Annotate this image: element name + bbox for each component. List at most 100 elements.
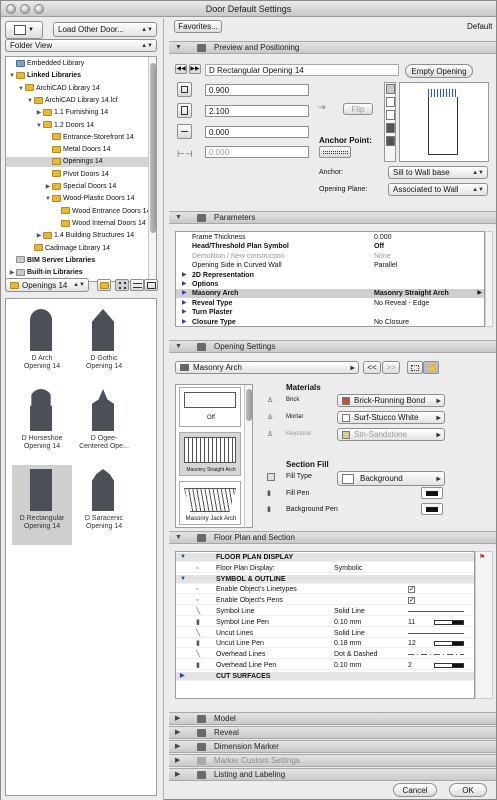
arch-style-list[interactable]: Off Masonry Straight Arch Masonry Jack A… [175,384,253,528]
tree-item[interactable]: Cadimage Library 14 [6,244,150,254]
tree-item[interactable]: Embedded Library [6,59,150,69]
tree-scrollbar[interactable] [148,57,156,281]
parameter-row[interactable]: Head/Threshold Plan Symbol Off [176,242,484,251]
library-manager-button[interactable]: ▼ [5,21,43,39]
load-other-door-popup[interactable]: Load Other Door... ▲▼ [53,22,157,37]
disclosure-open-icon[interactable]: ▼ [26,96,34,106]
expand-icon[interactable]: ▶ [182,308,187,317]
setting-row[interactable]: ▮ Overhead Line Pen 0.10 mm 2 [176,661,474,670]
object-thumbnail[interactable]: D Arch Opening 14 [12,305,72,385]
collapsed-section-header[interactable]: ▶ Marker Custom Settings [169,754,496,767]
tree-item[interactable]: ▶ Special Doors 14 [6,182,150,192]
tree-item[interactable]: Entrance-Storefront 14 [6,133,150,143]
parameters-header[interactable]: ▼ Parameters [169,211,496,224]
setting-row[interactable]: ▮ Symbol Line Pen 0.10 mm 11 [176,618,474,627]
checkbox[interactable]: ✓ [408,597,415,605]
disclosure-open-icon[interactable]: ▼ [35,121,43,131]
anchor-popup[interactable]: Sill to Wall base ▲▼ [388,166,488,179]
anchor-point-selector[interactable] [319,146,351,158]
category-row[interactable]: ▼ FLOOR PLAN DISPLAY [176,553,474,562]
object-thumbnail[interactable]: D Ogee- Centered Ope... [74,385,134,465]
disclosure-closed-icon[interactable]: ▶ [35,231,43,241]
pen-color-sample[interactable] [434,619,464,625]
minimize-window-button[interactable] [20,4,30,14]
tree-item[interactable]: Openings 14 [6,157,150,168]
folder-view-popup[interactable]: Folder View ▲▼ [5,39,157,52]
sill-height-field[interactable]: 0.000 [205,126,309,138]
disclosure-closed-icon[interactable]: ▶ [35,108,43,118]
disclosure-open-icon[interactable]: ▼ [8,71,16,81]
setting-row[interactable]: ▮ Uncut Line Pen 0.18 mm 12 [176,639,474,649]
tree-item[interactable]: ▼ Wood-Plastic Doors 14 [6,194,150,204]
opening-category-popup[interactable]: Masonry Arch ▶ [175,361,359,374]
parameter-row[interactable]: Demolition / New construction None [176,252,484,261]
list-view-button[interactable] [130,279,144,291]
close-window-button[interactable] [6,4,16,14]
expand-icon[interactable]: ▶ [182,271,187,280]
reveal-depth-field[interactable]: 0.000 [205,146,309,158]
object-name-field[interactable]: D Rectangular Opening 14 [205,64,399,76]
pen-color-sample[interactable] [434,663,464,668]
parameter-row[interactable]: Opening Side in Curved Wall Parallel [176,261,484,270]
disclosure-open-icon[interactable]: ▼ [17,84,25,94]
setting-row[interactable]: ╲ Overhead Lines Dot & Dashed [176,650,474,660]
previous-page-button[interactable]: << [363,361,381,374]
tree-item[interactable]: ▼ Linked Libraries [6,71,150,81]
ok-button[interactable]: OK [449,783,487,797]
floor-plan-section-header[interactable]: ▼ Floor Plan and Section [169,531,496,544]
setting-row[interactable]: ╲ Symbol Line Solid Line [176,607,474,616]
flip-button[interactable]: Flip [343,103,373,115]
parameter-row[interactable]: ▶ Reveal Type No Reveal - Edge [176,299,484,308]
icon-view-button[interactable] [115,279,129,291]
preview-3d-button[interactable] [386,123,395,133]
tree-item[interactable]: Wood Internal Doors 14 [6,219,150,229]
parameter-row[interactable]: ▶ Turn Plaster [176,308,484,317]
object-thumbnail-grid[interactable]: D Arch Opening 14 D Gothic Opening 14 D Ho… [5,298,157,796]
setting-row[interactable]: ▫ Floor Plan Display: Symbolic [176,564,474,573]
tree-item[interactable]: Metal Doors 14 [6,145,150,155]
preview-2d-button[interactable] [386,84,395,94]
collapsed-section-header[interactable]: ▶ Listing and Labeling [169,768,496,781]
style-off-option[interactable]: Off [179,387,241,427]
expand-icon[interactable]: ▶ [182,289,187,298]
object-thumbnail[interactable]: D Horseshoe Opening 14 [12,385,72,465]
pen-color-sample[interactable] [434,641,464,647]
parameter-row[interactable]: ▶ 2D Representation [176,271,484,280]
style-jack-arch-option[interactable]: Masonry Jack Arch [179,481,241,525]
object-thumbnail[interactable]: D Rectangular Opening 14 [12,465,72,545]
preview-shaded-button[interactable] [386,136,395,146]
setting-row[interactable]: ▫ Enable Object's Pens ✓ [176,596,474,606]
style-list-scroll-thumb[interactable] [246,389,252,421]
tree-item[interactable]: ▼ 1.2 Doors 14 [6,121,150,131]
page-options-button[interactable] [407,361,423,374]
expand-icon[interactable]: ▶ [182,280,187,289]
detail-view-button[interactable] [144,279,158,291]
next-object-button[interactable]: ▶▶ [189,64,201,74]
parameters-scrollbar[interactable] [485,231,493,327]
category-row[interactable]: ▶ CUT SURFACES [176,671,474,681]
tree-item[interactable]: ▼ ArchiCAD Library 14.lcf [6,96,150,106]
collapsed-section-header[interactable]: ▶ Dimension Marker [169,740,496,753]
hand-tool-button[interactable]: ✋ [423,361,439,374]
tree-item[interactable]: ▶ 1.1 Furnishing 14 [6,108,150,118]
collapsed-section-header[interactable]: ▶ Model [169,712,496,725]
object-thumbnail[interactable]: D Saracenic Opening 14 [74,465,134,545]
library-folder-tree[interactable]: Embedded Library ▼ Linked Libraries ▼ ArchiC… [5,56,157,282]
floor-plan-list[interactable]: ▼ FLOOR PLAN DISPLAY ▫ Floor Plan Display: S… [175,551,475,699]
opening-plane-popup[interactable]: Associated to Wall ▲▼ [388,183,488,196]
previous-object-button[interactable]: ◀◀ [175,64,187,74]
object-thumbnail[interactable]: D Gothic Opening 14 [74,305,134,385]
material-popup[interactable]: Surf-Stucco White ▶ [337,411,445,424]
empty-opening-button[interactable]: Empty Opening [405,64,473,78]
setting-row[interactable]: ╲ Uncut Lines Solid Line [176,629,474,638]
folder-up-button[interactable] [97,279,111,291]
parameters-list[interactable]: Frame Thickness 0.000 Head/Threshold Plan … [175,231,485,327]
expand-icon[interactable]: ▶ [182,318,187,326]
material-popup[interactable]: Stn-Sandstone ▶ [337,428,445,441]
opening-settings-header[interactable]: ▼ Opening Settings [169,340,496,353]
fill-pen-picker[interactable] [421,487,443,499]
collapsed-section-header[interactable]: ▶ Reveal [169,726,496,739]
favorites-button[interactable]: Favorites... [174,20,222,33]
style-list-scrollbar[interactable] [244,385,252,527]
disclosure-open-icon[interactable]: ▼ [44,194,52,204]
